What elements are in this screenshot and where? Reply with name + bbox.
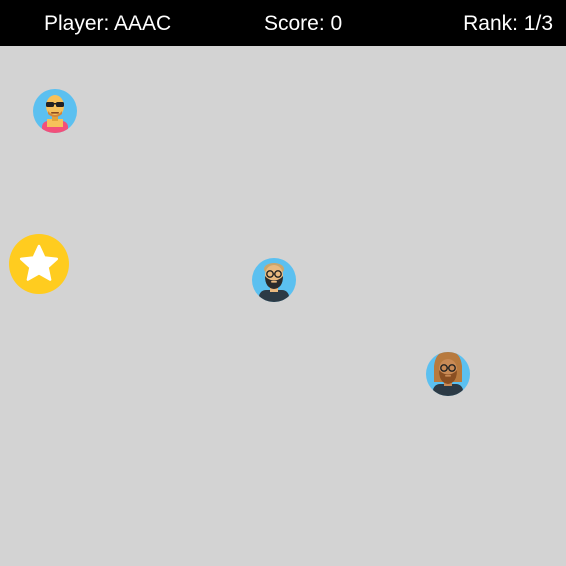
- rank-display: Rank: 1/3: [463, 12, 553, 35]
- hud-bar: Player: AAAC Score: 0 Rank: 1/3: [0, 0, 566, 46]
- bald-sunglasses-avatar-icon[interactable]: [33, 89, 77, 133]
- game-field[interactable]: [0, 46, 566, 566]
- long-hair-glasses-avatar-icon[interactable]: [426, 352, 470, 396]
- player-name: Player: AAAC: [44, 12, 172, 35]
- score-display: Score: 0: [264, 12, 343, 35]
- star-icon[interactable]: [9, 234, 69, 294]
- bearded-glasses-avatar-icon[interactable]: [252, 258, 296, 302]
